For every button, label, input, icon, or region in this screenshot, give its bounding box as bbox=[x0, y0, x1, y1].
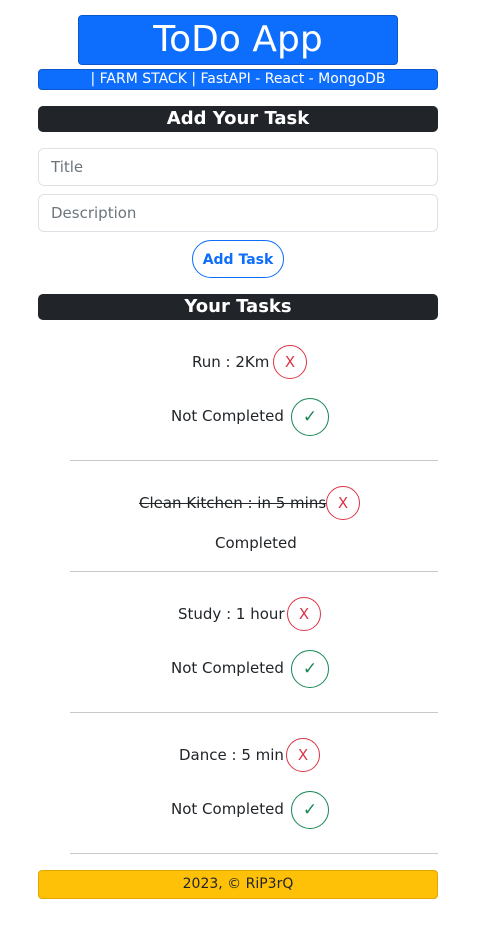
task-title: Clean Kitchen : in 5 mins bbox=[139, 494, 327, 512]
task-status: Not Completed bbox=[171, 659, 284, 677]
delete-task-button[interactable]: X bbox=[326, 486, 360, 520]
complete-task-button[interactable]: ✓ bbox=[291, 650, 329, 688]
task-status: Not Completed bbox=[171, 407, 284, 425]
task-title: Study : 1 hour bbox=[178, 605, 285, 623]
task-divider bbox=[70, 712, 438, 713]
delete-task-button[interactable]: X bbox=[273, 345, 307, 379]
task-divider bbox=[70, 571, 438, 572]
delete-task-button[interactable]: X bbox=[287, 597, 321, 631]
description-input[interactable] bbox=[38, 194, 438, 232]
task-status: Completed bbox=[215, 534, 297, 552]
app-title: ToDo App bbox=[78, 15, 398, 65]
task-title: Dance : 5 min bbox=[179, 746, 284, 764]
task-title: Run : 2Km bbox=[192, 353, 270, 371]
title-input[interactable] bbox=[38, 148, 438, 186]
task-divider bbox=[70, 460, 438, 461]
delete-task-button[interactable]: X bbox=[286, 738, 320, 772]
add-task-heading: Add Your Task bbox=[38, 106, 438, 132]
complete-task-button[interactable]: ✓ bbox=[291, 398, 329, 436]
checkmark-icon: ✓ bbox=[302, 407, 318, 427]
checkmark-icon: ✓ bbox=[302, 659, 318, 679]
task-divider bbox=[70, 853, 438, 854]
checkmark-icon: ✓ bbox=[302, 800, 318, 820]
stack-subtitle: | FARM STACK | FastAPI - React - MongoDB bbox=[38, 69, 438, 90]
task-status: Not Completed bbox=[171, 800, 284, 818]
footer: 2023, © RiP3rQ bbox=[38, 870, 438, 899]
your-tasks-heading: Your Tasks bbox=[38, 294, 438, 320]
add-task-button[interactable]: Add Task bbox=[192, 240, 284, 278]
complete-task-button[interactable]: ✓ bbox=[291, 791, 329, 829]
